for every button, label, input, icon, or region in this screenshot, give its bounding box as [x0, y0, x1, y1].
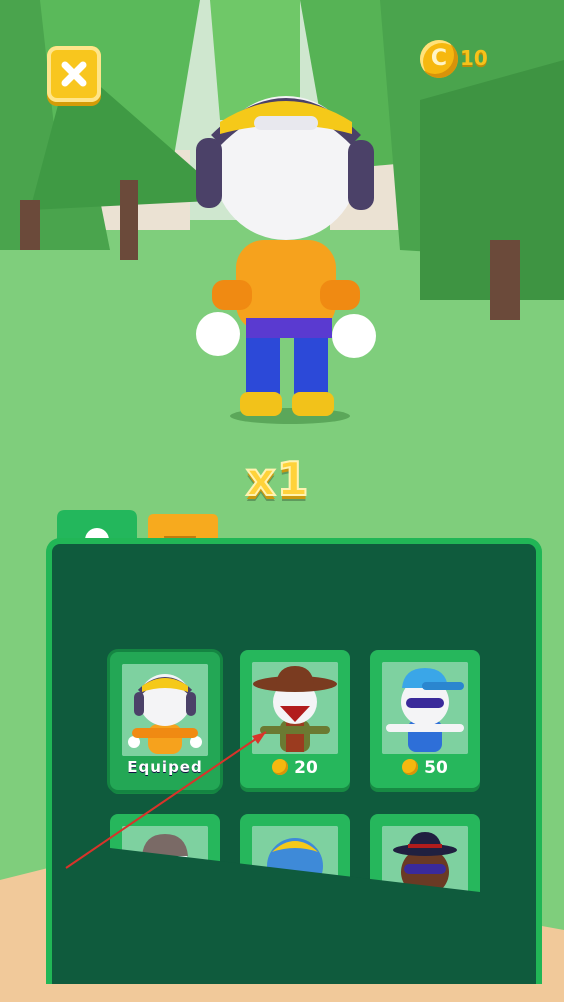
item-thumbnail: [252, 662, 338, 754]
item-price-value: 20: [294, 758, 318, 778]
item-thumbnail: [122, 664, 208, 756]
item-card[interactable]: [370, 814, 480, 952]
item-thumbnail: [122, 826, 208, 918]
item-card[interactable]: 50: [370, 650, 480, 788]
item-card[interactable]: 20: [240, 650, 350, 788]
coin-count: 10: [460, 46, 488, 70]
equipped-label: Equiped: [127, 758, 203, 776]
item-price: 20: [240, 758, 350, 778]
coin-icon: C: [420, 40, 458, 78]
multiplier-label: x1: [245, 451, 310, 507]
item-card[interactable]: [240, 814, 350, 952]
coin-icon: [402, 759, 419, 775]
item-thumbnail: [382, 662, 468, 754]
item-thumbnail: [382, 826, 468, 918]
coin-icon: [272, 759, 289, 775]
item-card-equipped[interactable]: Equiped: [110, 652, 220, 790]
item-price: 50: [370, 758, 480, 778]
item-price-value: 50: [424, 758, 448, 778]
coin-glyph: C: [430, 46, 448, 71]
close-x-icon: [61, 61, 87, 87]
item-card[interactable]: [110, 814, 220, 952]
item-thumbnail: [252, 826, 338, 918]
close-button[interactable]: [47, 46, 101, 102]
